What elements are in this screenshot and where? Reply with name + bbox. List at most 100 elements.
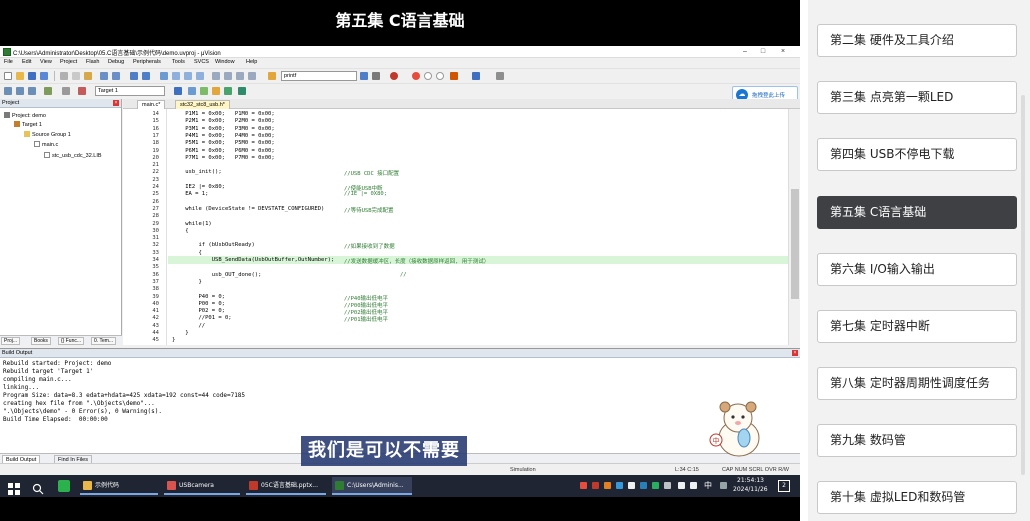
save-icon[interactable]: [28, 72, 36, 80]
code-line[interactable]: if (bUsbOutReady): [172, 242, 254, 248]
task-uvision[interactable]: C:\Users\Adminis...: [332, 477, 412, 495]
code-line[interactable]: }: [172, 330, 188, 336]
code-line[interactable]: //: [172, 323, 205, 329]
editor-scrollbar[interactable]: [788, 109, 800, 345]
episode-item[interactable]: 第九集 数码管: [817, 424, 1017, 457]
playlist-scrollbar[interactable]: [1021, 95, 1025, 475]
episode-item-active[interactable]: 第五集 C语言基础: [817, 196, 1017, 229]
tab-templates[interactable]: 0. Tem...: [91, 337, 117, 345]
save-all-icon[interactable]: [40, 72, 48, 80]
episode-item[interactable]: 第八集 定时器周期性调度任务: [817, 367, 1017, 400]
unindent-icon[interactable]: [224, 72, 232, 80]
network-icon[interactable]: [678, 482, 685, 489]
episode-item[interactable]: 第四集 USB不停电下载: [817, 138, 1017, 171]
kill-breakpoints-icon[interactable]: [450, 72, 458, 80]
tree-file-main[interactable]: main.c: [34, 141, 58, 148]
menu-view[interactable]: View: [40, 59, 52, 65]
uncomment-icon[interactable]: [248, 72, 256, 80]
menu-svcs[interactable]: SVCS: [194, 59, 209, 65]
manage-components-icon[interactable]: [200, 87, 208, 95]
paste-icon[interactable]: [84, 72, 92, 80]
pinned-app-icon[interactable]: [58, 480, 70, 492]
menu-debug[interactable]: Debug: [108, 59, 124, 65]
tray-app-icon[interactable]: [652, 482, 659, 489]
runtime-environment-icon[interactable]: [224, 87, 232, 95]
tray-app-icon[interactable]: [664, 482, 671, 489]
menu-tools[interactable]: Tools: [172, 59, 185, 65]
tray-app-icon[interactable]: [604, 482, 611, 489]
comment-icon[interactable]: [236, 72, 244, 80]
code-line[interactable]: P00 = 0;: [172, 301, 225, 307]
code-line[interactable]: EA = 1;: [172, 191, 208, 197]
new-file-icon[interactable]: [4, 72, 12, 80]
translate-icon[interactable]: [4, 87, 12, 95]
search-icon[interactable]: [32, 480, 44, 495]
indent-icon[interactable]: [212, 72, 220, 80]
panel-close-icon[interactable]: ×: [113, 100, 119, 106]
tree-source-group[interactable]: Source Group 1: [24, 131, 71, 138]
pack-installer-icon[interactable]: [238, 87, 246, 95]
episode-item[interactable]: 第六集 I/O输入输出: [817, 253, 1017, 286]
download-icon[interactable]: [44, 87, 52, 95]
clock-time[interactable]: 21:54:13: [737, 477, 764, 484]
undo-icon[interactable]: [100, 72, 108, 80]
load-icon[interactable]: [78, 87, 86, 95]
code-line[interactable]: USB_SendData(UsbOutBuffer,OutNumber);: [172, 257, 335, 263]
episode-item[interactable]: 第十集 虚拟LED和数码管: [817, 481, 1017, 514]
editor-scroll-thumb[interactable]: [791, 189, 799, 299]
code-line[interactable]: P02 = 0;: [172, 308, 225, 314]
menu-edit[interactable]: Edit: [22, 59, 31, 65]
code-line[interactable]: usb_OUT_done();: [172, 272, 262, 278]
episode-item[interactable]: 第三集 点亮第一颗LED: [817, 81, 1017, 114]
minimize-icon[interactable]: –: [740, 47, 750, 57]
menu-help[interactable]: Help: [246, 59, 257, 65]
nav-back-icon[interactable]: [130, 72, 138, 80]
code-line[interactable]: {: [172, 250, 201, 256]
tree-project-root[interactable]: Project: demo: [4, 112, 46, 119]
volume-icon[interactable]: [690, 482, 697, 489]
code-line[interactable]: {: [172, 228, 188, 234]
tab-functions[interactable]: {} Func...: [58, 337, 85, 345]
video-player[interactable]: 第五集 C语言基础 C:\Users\Administrator\Desktop…: [0, 0, 800, 521]
breakpoint-icon[interactable]: [412, 72, 420, 80]
code-line[interactable]: while(1): [172, 221, 212, 227]
tab-project[interactable]: Proj...: [1, 337, 21, 345]
tree-target[interactable]: Target 1: [14, 121, 42, 128]
target-options-icon[interactable]: [174, 87, 182, 95]
bookmark-icon[interactable]: [160, 72, 168, 80]
code-line[interactable]: }: [172, 337, 175, 343]
code-line[interactable]: }: [172, 279, 201, 285]
cut-icon[interactable]: [60, 72, 68, 80]
editor-tab-main[interactable]: main.c*: [137, 100, 166, 109]
copy-icon[interactable]: [72, 72, 80, 80]
window-layout-icon[interactable]: [472, 72, 480, 80]
menu-window[interactable]: Window: [215, 59, 235, 65]
task-powerpoint[interactable]: 05C语言基础.pptx...: [246, 477, 326, 495]
bookmark-prev-icon[interactable]: [172, 72, 180, 80]
bluetooth-icon[interactable]: [640, 482, 647, 489]
code-area[interactable]: P1M1 = 0x00; P1M0 = 0x00; P2M1 = 0x00; P…: [168, 109, 788, 345]
task-sample-code[interactable]: 示例代码: [80, 477, 158, 495]
open-folder-icon[interactable]: [16, 72, 24, 80]
code-line[interactable]: while (DeviceState != DEVSTATE_CONFIGURE…: [172, 206, 324, 212]
maximize-icon[interactable]: □: [758, 47, 768, 57]
bookmark-next-icon[interactable]: [184, 72, 192, 80]
windows-start-icon[interactable]: [8, 480, 20, 495]
code-line[interactable]: P7M1 = 0x00; P7M0 = 0x00;: [172, 155, 274, 161]
code-line[interactable]: P40 = 0;: [172, 294, 225, 300]
code-line[interactable]: P6M1 = 0x00; P6M0 = 0x00;: [172, 148, 274, 154]
code-line[interactable]: P3M1 = 0x00; P3M0 = 0x00;: [172, 126, 274, 132]
code-line[interactable]: //P01 = 0;: [172, 315, 231, 321]
menu-project[interactable]: Project: [60, 59, 77, 65]
configure-icon[interactable]: [496, 72, 504, 80]
close-icon[interactable]: ×: [778, 47, 788, 57]
tray-app-icon[interactable]: [580, 482, 587, 489]
task-usbcamera[interactable]: USBcamera: [164, 477, 240, 495]
panel-close-icon[interactable]: ×: [792, 350, 798, 356]
build-icon[interactable]: [16, 87, 24, 95]
redo-icon[interactable]: [112, 72, 120, 80]
menu-flash[interactable]: Flash: [86, 59, 99, 65]
bookmark-clear-icon[interactable]: [196, 72, 204, 80]
find-icon[interactable]: [360, 72, 368, 80]
code-line[interactable]: P2M1 = 0x00; P2M0 = 0x00;: [172, 118, 274, 124]
